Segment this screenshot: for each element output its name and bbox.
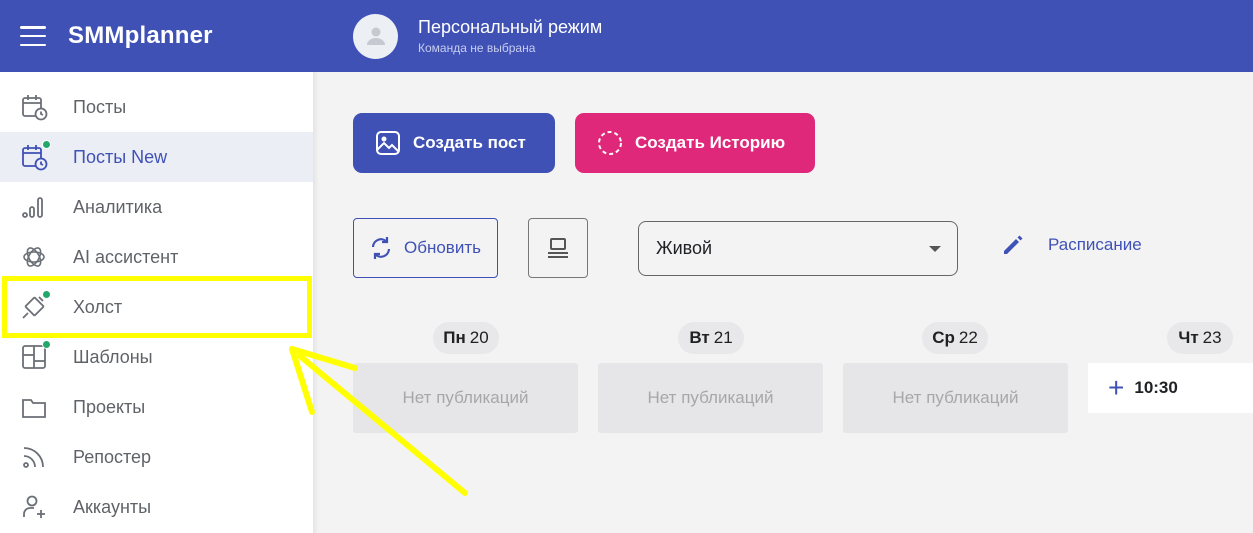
create-story-label: Создать Историю [635,133,786,152]
new-badge-dot [42,140,51,149]
sidebar-item-analytics[interactable]: Аналитика [0,182,313,232]
day-header-tue: Вт 21 [678,322,744,354]
rss-icon [20,443,48,471]
template-icon [20,340,51,371]
new-badge-dot [42,340,51,349]
topbar: Персональный режим Команда не выбрана [313,0,1253,72]
sidebar-item-posts-new[interactable]: Посты New [0,132,313,182]
sidebar-item-label: Шаблоны [73,346,153,367]
chevron-down-icon [929,245,941,252]
day-number: 23 [1202,328,1222,347]
mode-subtitle: Команда не выбрана [418,41,536,55]
sidebar-item-projects[interactable]: Проекты [0,382,313,432]
calendar-clock-icon [20,93,48,121]
create-post-button[interactable]: Создать пост [353,113,555,173]
mode-title: Персональный режим [418,17,603,37]
app-logo: SMMplanner [68,22,213,49]
folder-icon [20,393,48,421]
day-name: Чт [1178,328,1199,347]
sidebar-item-ai-assistant[interactable]: AI ассистент [0,232,313,282]
sidebar-item-accounts[interactable]: Аккаунты [0,482,313,532]
empty-day-slot: Нет публикаций [353,363,578,433]
story-circle-icon [597,130,623,156]
day-header-wed: Ср 22 [922,322,988,354]
calendar-clock-icon [20,140,51,171]
create-story-button[interactable]: Создать Историю [575,113,815,173]
sidebar-item-label: Аккаунты [73,496,152,517]
add-post-time-slot[interactable]: + 10:30 [1088,363,1253,413]
sidebar-item-label: AI ассистент [73,246,179,267]
sidebar-header: SMMplanner [0,0,313,72]
post-type-value: Живой [656,238,713,258]
schedule-label: Расписание [1048,235,1142,254]
create-post-label: Создать пост [413,133,526,152]
sidebar-item-reposter[interactable]: Репостер [0,432,313,482]
day-number: 20 [469,328,489,347]
post-type-select[interactable]: Живой [638,221,958,276]
image-icon [375,130,401,156]
add-user-icon [20,493,48,521]
refresh-icon [371,237,391,259]
sidebar: SMMplanner Посты Посты New Аналитика AI … [0,0,313,533]
day-header-thu: Чт 23 [1167,322,1233,354]
ai-knot-icon [20,243,48,271]
list-view-icon [548,238,568,258]
mode-switcher[interactable]: Персональный режим Команда не выбрана [418,17,602,55]
sidebar-item-templates[interactable]: Шаблоны [0,332,313,382]
day-header-mon: Пн 20 [433,322,499,354]
pencil-icon [1004,235,1023,254]
sidebar-item-label: Репостер [73,446,152,467]
sidebar-item-label: Посты New [73,146,168,167]
day-name: Пн [443,328,466,347]
sidebar-item-label: Аналитика [73,196,163,217]
canvas-brush-icon [20,290,51,321]
avatar[interactable] [353,13,398,59]
day-number: 22 [958,328,978,347]
day-number: 21 [713,328,733,347]
sidebar-item-canvas[interactable]: Холст [0,282,313,332]
new-badge-dot [42,290,51,299]
refresh-button[interactable]: Обновить [353,218,498,278]
sidebar-nav: Посты Посты New Аналитика AI ассистент Х… [0,82,313,532]
bar-chart-icon [20,193,48,221]
user-icon [366,27,385,45]
refresh-label: Обновить [404,238,481,257]
empty-day-slot: Нет публикаций [843,363,1068,433]
sidebar-item-label: Проекты [73,396,146,417]
view-toggle-button[interactable] [528,218,588,278]
sidebar-item-posts[interactable]: Посты [0,82,313,132]
sidebar-shadow [313,72,319,533]
schedule-button[interactable]: Расписание [1000,232,1142,258]
time-label: 10:30 [1134,378,1178,397]
plus-icon: + [1108,372,1125,403]
day-name: Ср [932,328,955,347]
day-name: Вт [689,328,710,347]
menu-icon[interactable] [20,26,46,46]
sidebar-item-label: Холст [73,296,123,317]
empty-day-slot: Нет публикаций [598,363,823,433]
sidebar-item-label: Посты [73,96,127,117]
